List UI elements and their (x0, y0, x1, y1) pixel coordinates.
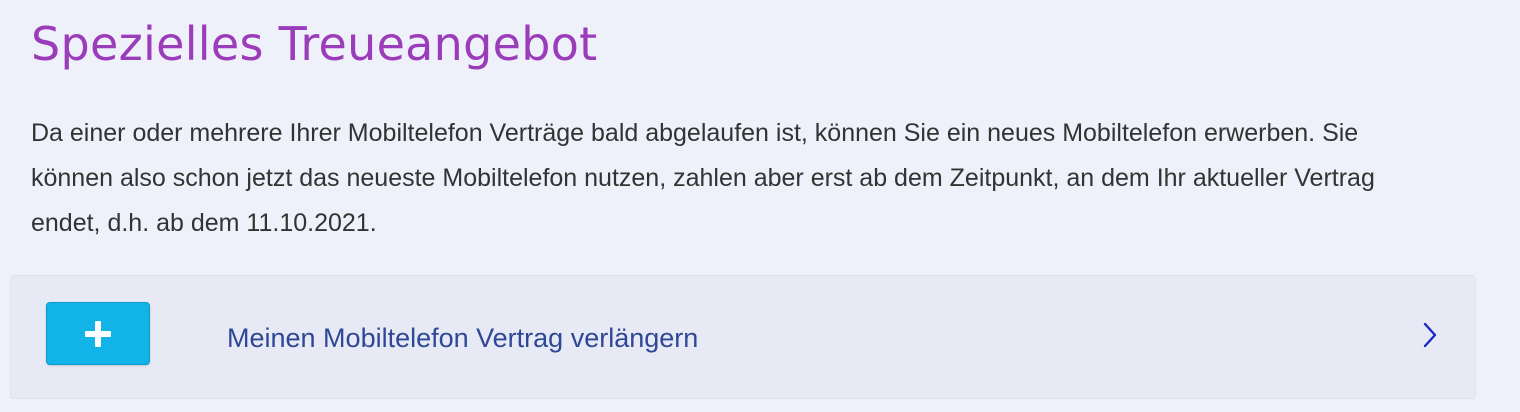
page-title: Spezielles Treueangebot (31, 17, 598, 71)
intro-text: Da einer oder mehrere Ihrer Mobiltelefon… (31, 119, 1375, 237)
chevron-right-icon[interactable] (1421, 320, 1439, 350)
plus-icon (85, 320, 111, 347)
add-button[interactable] (46, 302, 150, 365)
extend-contract-link[interactable]: Meinen Mobiltelefon Vertrag verlängern (227, 320, 698, 356)
extend-contract-card[interactable]: Meinen Mobiltelefon Vertrag verlängern (10, 275, 1476, 399)
